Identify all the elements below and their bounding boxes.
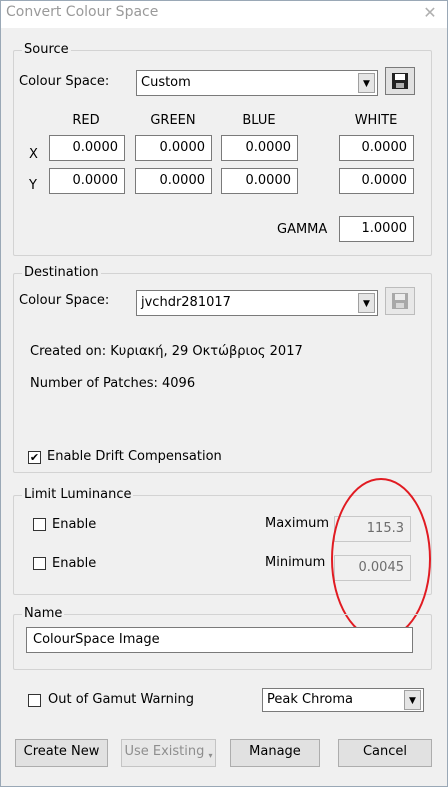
name-group-label: Name [22, 606, 65, 621]
maximum-label: Maximum [265, 516, 330, 531]
red-y-input[interactable]: 0.0000 [49, 168, 125, 194]
column-header-green: GREEN [150, 113, 196, 128]
column-header-blue: BLUE [242, 113, 276, 128]
cancel-button[interactable]: Cancel [338, 739, 432, 767]
source-colour-space-value: Custom [141, 75, 191, 90]
out-of-gamut-checkbox[interactable] [28, 694, 41, 707]
floppy-disk-icon [392, 293, 408, 309]
blue-x-input[interactable]: 0.0000 [221, 135, 298, 161]
patch-count-text: Number of Patches: 4096 [30, 376, 196, 391]
window-title: Convert Colour Space [6, 4, 159, 20]
blue-y-input[interactable]: 0.0000 [221, 168, 298, 194]
white-y-input[interactable]: 0.0000 [339, 168, 414, 194]
red-x-input[interactable]: 0.0000 [49, 135, 125, 161]
column-header-red: RED [72, 113, 100, 128]
destination-colour-space-label: Colour Space: [19, 293, 110, 308]
gamma-label: GAMMA [277, 222, 328, 237]
name-input[interactable]: ColourSpace Image [26, 627, 413, 653]
use-existing-label: Use Existing [124, 744, 205, 759]
chevron-down-icon: ▾ [208, 751, 213, 760]
close-icon[interactable]: ✕ [414, 0, 446, 26]
destination-colour-space-select[interactable]: jvchdr281017 ▼ [136, 290, 378, 316]
limit-luminance-group-label: Limit Luminance [22, 487, 134, 502]
destination-colour-space-value: jvchdr281017 [141, 295, 231, 310]
floppy-disk-icon [392, 73, 408, 89]
chevron-down-icon[interactable]: ▼ [404, 690, 421, 710]
max-luminance-enable-label[interactable]: Enable [52, 517, 96, 533]
gamma-input[interactable]: 1.0000 [339, 216, 414, 242]
source-colour-space-select[interactable]: Custom ▼ [136, 70, 378, 96]
destination-group-label: Destination [22, 265, 101, 280]
max-luminance-enable-checkbox[interactable] [33, 518, 46, 531]
column-header-white: WHITE [354, 113, 398, 128]
min-luminance-enable-label[interactable]: Enable [52, 556, 96, 572]
out-of-gamut-label[interactable]: Out of Gamut Warning [48, 692, 194, 708]
gamut-mode-value: Peak Chroma [267, 692, 353, 707]
chevron-down-icon[interactable]: ▼ [358, 293, 375, 313]
green-x-input[interactable]: 0.0000 [135, 135, 212, 161]
use-existing-button[interactable]: Use Existing ▾ [121, 739, 216, 767]
min-luminance-enable-checkbox[interactable] [33, 557, 46, 570]
white-x-input[interactable]: 0.0000 [339, 135, 414, 161]
source-group-label: Source [22, 42, 71, 57]
row-label-x: X [29, 147, 38, 162]
source-save-button[interactable] [385, 67, 415, 95]
green-y-input[interactable]: 0.0000 [135, 168, 212, 194]
drift-compensation-checkbox[interactable]: ✔ [28, 451, 41, 464]
gamut-mode-select[interactable]: Peak Chroma ▼ [262, 688, 424, 712]
chevron-down-icon[interactable]: ▼ [358, 73, 375, 93]
minimum-label: Minimum [265, 555, 326, 570]
destination-save-button[interactable] [385, 287, 415, 315]
row-label-y: Y [29, 178, 37, 193]
source-colour-space-label: Colour Space: [19, 74, 110, 89]
created-on-text: Created on: Κυριακή, 29 Οκτώβριος 2017 [30, 344, 303, 359]
manage-button[interactable]: Manage [230, 739, 320, 767]
drift-compensation-label[interactable]: Enable Drift Compensation [47, 449, 222, 465]
checkmark-icon: ✔ [29, 451, 40, 464]
create-new-button[interactable]: Create New [15, 739, 108, 767]
